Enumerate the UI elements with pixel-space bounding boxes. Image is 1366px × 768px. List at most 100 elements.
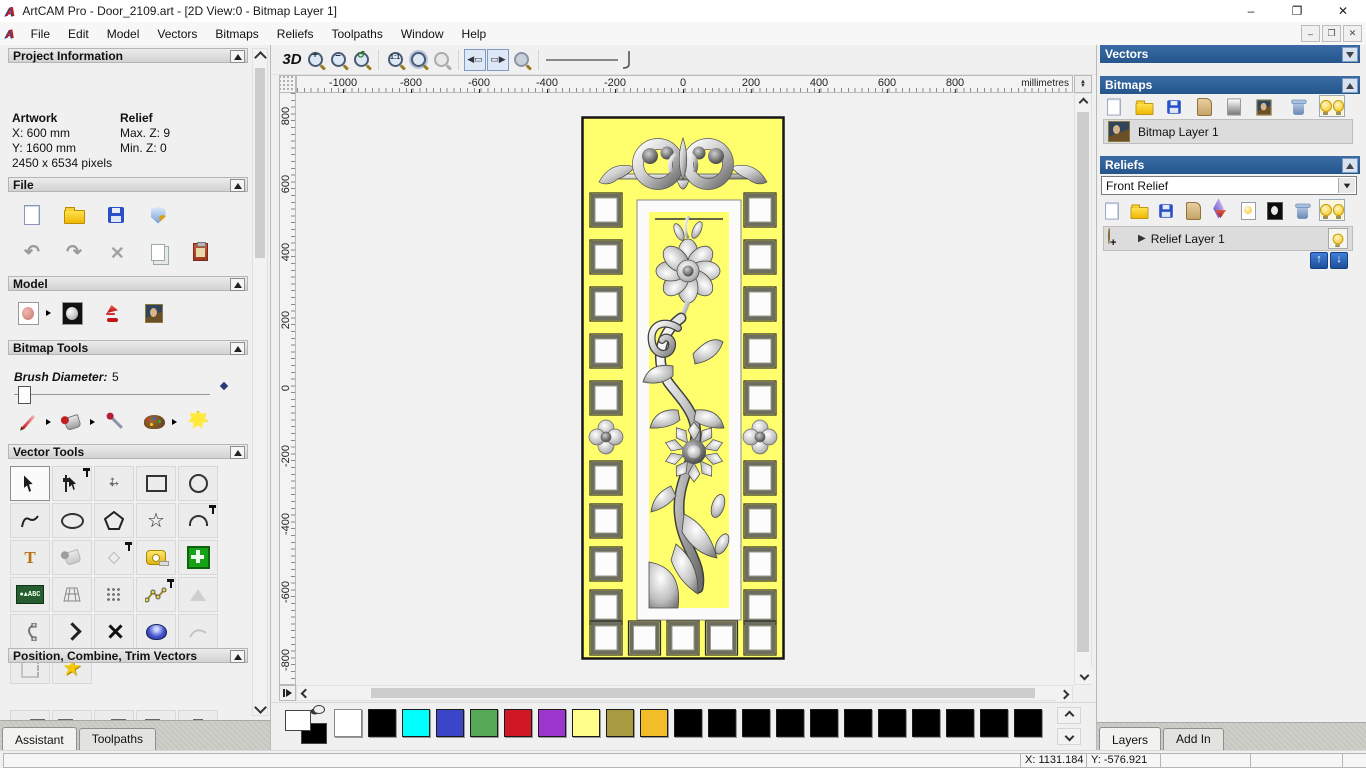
open-model-icon[interactable] bbox=[58, 200, 90, 230]
sharpen-corners-tool[interactable] bbox=[52, 614, 92, 649]
palette-swatch-13[interactable] bbox=[776, 709, 804, 737]
ruler-origin-button[interactable] bbox=[279, 75, 296, 93]
palette-swatch-12[interactable] bbox=[742, 709, 770, 737]
palette-swatch-19[interactable] bbox=[980, 709, 1008, 737]
menu-file[interactable]: File bbox=[22, 24, 59, 44]
load-image-icon[interactable] bbox=[138, 298, 170, 328]
interactive-wrap-tool[interactable] bbox=[136, 614, 176, 649]
fade-slider-track[interactable] bbox=[546, 59, 618, 61]
relief-parchment-icon[interactable] bbox=[1180, 200, 1206, 222]
delete-bitmap-layer-icon[interactable] bbox=[1285, 96, 1311, 118]
menu-help[interactable]: Help bbox=[453, 24, 496, 44]
fit-arcs-tool[interactable] bbox=[10, 614, 50, 649]
zoom-previous-button[interactable]: ↺ bbox=[350, 49, 372, 71]
assistant-scrollbar[interactable] bbox=[252, 48, 268, 716]
pick-colour-icon[interactable] bbox=[100, 407, 132, 437]
primary-colour-swatch[interactable] bbox=[285, 710, 311, 731]
menu-edit[interactable]: Edit bbox=[59, 24, 98, 44]
tab-toolpaths[interactable]: Toolpaths bbox=[78, 728, 157, 750]
colour-palette-icon[interactable] bbox=[138, 407, 170, 437]
flyout-arrow-icon[interactable] bbox=[90, 419, 95, 425]
menu-toolpaths[interactable]: Toolpaths bbox=[322, 24, 391, 44]
palette-swatch-7[interactable] bbox=[572, 709, 600, 737]
palette-swatch-10[interactable] bbox=[674, 709, 702, 737]
model-properties-icon[interactable] bbox=[142, 200, 174, 230]
undo-icon[interactable]: ↶ bbox=[16, 237, 48, 267]
toggle-bitmap-left-button[interactable]: ◀▭ bbox=[464, 48, 486, 71]
bitmap-layer-row[interactable]: Bitmap Layer 1 bbox=[1103, 119, 1353, 144]
expander-icon[interactable]: ▶ bbox=[1138, 233, 1146, 244]
relief-select-combo[interactable]: Front Relief bbox=[1101, 176, 1357, 195]
collapse-reliefs-button[interactable] bbox=[1342, 158, 1358, 173]
menu-model[interactable]: Model bbox=[98, 24, 149, 44]
transform-vectors-tool[interactable]: ↔ ↔ bbox=[94, 466, 134, 501]
text-on-curve-tool[interactable]: ●▲ABC bbox=[10, 577, 50, 612]
offset-vector-tool[interactable]: ◇ bbox=[94, 540, 134, 575]
envelope-distort-tool[interactable] bbox=[52, 577, 92, 612]
palette-swatch-0[interactable] bbox=[334, 709, 362, 737]
scroll-down-arrow[interactable] bbox=[1076, 667, 1092, 683]
scroll-down-arrow[interactable] bbox=[253, 699, 267, 715]
preview-relief-button[interactable] bbox=[510, 49, 532, 71]
flyout-arrow-icon[interactable] bbox=[46, 310, 51, 316]
tab-layers[interactable]: Layers bbox=[1099, 727, 1162, 751]
create-ellipse-tool[interactable] bbox=[52, 503, 92, 538]
merge-layers-icon[interactable] bbox=[1221, 96, 1247, 118]
zoom-1to1-button[interactable]: 1:1 bbox=[384, 49, 406, 71]
palette-swatch-11[interactable] bbox=[708, 709, 736, 737]
tab-add-in[interactable]: Add In bbox=[1163, 728, 1224, 750]
fit-polyline-tool[interactable] bbox=[136, 577, 176, 612]
flood-fill-splat-icon[interactable] bbox=[182, 405, 214, 435]
paste-icon[interactable] bbox=[184, 237, 216, 267]
palette-swatch-16[interactable] bbox=[878, 709, 906, 737]
restore-button[interactable]: ❐ bbox=[1274, 0, 1320, 22]
fade-slider-handle[interactable] bbox=[621, 50, 633, 70]
canvas-2d-view[interactable] bbox=[296, 93, 1073, 685]
mdi-minimize-button[interactable]: – bbox=[1301, 25, 1320, 42]
select-vectors-tool[interactable] bbox=[10, 466, 50, 501]
cut-icon[interactable] bbox=[100, 237, 132, 267]
create-rectangle-tool[interactable] bbox=[136, 466, 176, 501]
flyout-arrow-icon[interactable] bbox=[46, 419, 51, 425]
vertical-scrollbar[interactable] bbox=[1074, 93, 1092, 685]
collapse-section-button[interactable] bbox=[230, 446, 245, 459]
move-layer-up-button[interactable]: ↑ bbox=[1310, 252, 1328, 269]
measure-tool[interactable] bbox=[136, 540, 176, 575]
scrollbar-thumb[interactable] bbox=[371, 688, 1035, 698]
palette-swatch-5[interactable] bbox=[504, 709, 532, 737]
collapse-bitmaps-button[interactable] bbox=[1342, 78, 1358, 93]
collapse-section-button[interactable] bbox=[230, 278, 245, 291]
flyout-arrow-icon[interactable] bbox=[172, 419, 177, 425]
zoom-in-button[interactable]: + bbox=[304, 49, 326, 71]
palette-swatch-20[interactable] bbox=[1014, 709, 1042, 737]
palette-swatch-1[interactable] bbox=[368, 709, 396, 737]
brush-slider-handle[interactable] bbox=[18, 386, 31, 404]
save-relief-layer-icon[interactable] bbox=[1153, 200, 1179, 222]
tab-assistant[interactable]: Assistant bbox=[2, 727, 77, 751]
trim-vectors-tool[interactable] bbox=[94, 614, 134, 649]
scroll-up-arrow[interactable] bbox=[1075, 94, 1091, 110]
palette-swatch-8[interactable] bbox=[606, 709, 634, 737]
create-polyline-tool[interactable] bbox=[10, 503, 50, 538]
set-model-size-icon[interactable] bbox=[12, 298, 44, 328]
save-model-icon[interactable] bbox=[100, 200, 132, 230]
combine-layers-icon[interactable] bbox=[1207, 200, 1233, 222]
menu-vectors[interactable]: Vectors bbox=[148, 24, 206, 44]
link-colours-icon[interactable] bbox=[313, 705, 325, 714]
bitmap-parchment-icon[interactable] bbox=[1191, 96, 1217, 118]
new-relief-layer-icon[interactable] bbox=[1099, 200, 1125, 222]
collapse-section-button[interactable] bbox=[230, 179, 245, 192]
block-copy-rotate-tool[interactable] bbox=[178, 540, 218, 575]
scrollbar-thumb[interactable] bbox=[255, 68, 265, 258]
create-circle-tool[interactable] bbox=[178, 466, 218, 501]
palette-swatch-2[interactable] bbox=[402, 709, 430, 737]
create-star-tool[interactable]: ☆ bbox=[136, 503, 176, 538]
weld-vectors-tool[interactable] bbox=[52, 540, 92, 575]
move-layer-down-button[interactable]: ↓ bbox=[1330, 252, 1348, 269]
brush-slider-track[interactable] bbox=[14, 394, 210, 395]
menu-bitmaps[interactable]: Bitmaps bbox=[206, 24, 267, 44]
toggle-bitmap-right-button[interactable]: ▭▶ bbox=[487, 48, 509, 71]
save-bitmap-layer-icon[interactable] bbox=[1161, 96, 1187, 118]
door-artwork[interactable] bbox=[581, 116, 785, 660]
lighting-icon[interactable] bbox=[96, 298, 128, 328]
